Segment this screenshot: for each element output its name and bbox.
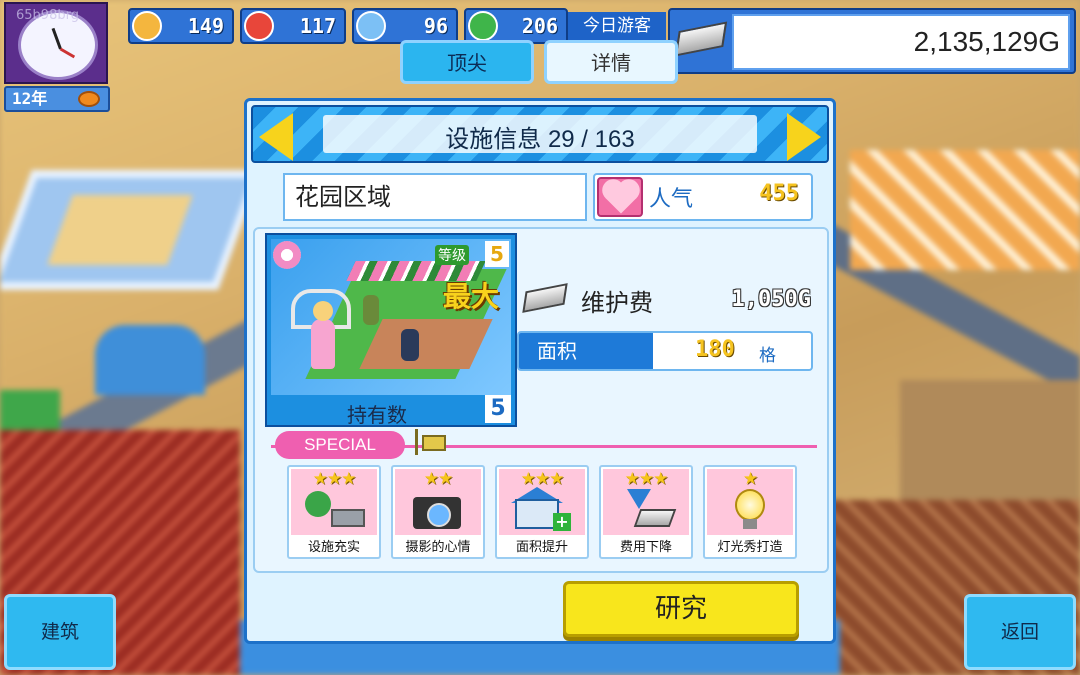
level-label: 等级: [435, 245, 469, 265]
area-value: 180: [695, 337, 735, 362]
star-rating: ★★★: [520, 469, 565, 489]
money-display: 2,135,129G: [668, 8, 1076, 74]
stat-value: 206: [521, 14, 558, 38]
clock-widget: 65b98brg: [4, 2, 108, 84]
panel-title: 设施信息 29 / 163: [445, 126, 635, 153]
area-row: 面积 180 格: [517, 331, 813, 371]
area-label: 面积: [519, 333, 653, 369]
tab-detail[interactable]: 详情: [544, 40, 678, 84]
happy-face-icon: [132, 11, 162, 41]
stat-water: 96: [352, 8, 458, 44]
star-rating: ★: [742, 469, 758, 489]
light-bulb-icon: [735, 489, 765, 521]
facility-info-panel: 设施信息 29 / 163 花园区域 人气 455 等级 5 最大 持有数 5 …: [244, 98, 836, 644]
level-value: 5: [485, 241, 509, 267]
facility-details: 等级 5 最大 持有数 5 维护费 1,050G 面积 180 格 SPECIA…: [253, 227, 829, 573]
skill-label: 灯光秀打造: [717, 540, 783, 555]
silver-bar-icon: [522, 283, 568, 313]
tab-top[interactable]: 顶尖: [400, 40, 534, 84]
skill-label: 设施充实: [307, 540, 360, 555]
watermark-text: 65b98brg: [16, 8, 79, 23]
facility-name: 花园区域: [283, 173, 587, 221]
area-unit: 格: [759, 346, 776, 366]
flower-icon: [273, 241, 301, 269]
stat-value: 117: [299, 14, 336, 38]
tree-bench-icon: [305, 491, 331, 517]
special-tag: SPECIAL: [275, 431, 405, 459]
star-rating: ★★★: [312, 469, 357, 489]
skill-photo-mood[interactable]: ★★ 摄影的心情: [391, 465, 485, 559]
panel-header: 设施信息 29 / 163: [251, 105, 829, 163]
water-drop-icon: [356, 11, 386, 41]
skill-light-show[interactable]: ★ 灯光秀打造: [703, 465, 797, 559]
year-label: 12年: [12, 89, 48, 108]
star-rating: ★★: [423, 469, 453, 489]
facility-card: 等级 5 最大 持有数 5: [265, 233, 517, 427]
flag-icon: [415, 429, 446, 455]
skill-label: 摄影的心情: [405, 540, 471, 555]
today-visitors-label: 今日游客: [568, 12, 666, 40]
owned-count-value: 5: [485, 395, 511, 423]
stat-clover: 206: [464, 8, 568, 44]
skill-facility-enrich[interactable]: ★★★ 设施充实: [287, 465, 381, 559]
year-indicator: 12年: [4, 86, 110, 112]
special-skills: ★★★ 设施充实 ★★ 摄影的心情 ★★★ + 面积提升 ★★★ 费用下降 ★ …: [287, 465, 807, 561]
build-button[interactable]: 建筑: [4, 594, 116, 670]
owned-count-label: 持有数: [347, 403, 407, 427]
stat-value: 96: [423, 14, 448, 38]
skill-cost-down[interactable]: ★★★ 费用下降: [599, 465, 693, 559]
camera-icon: [413, 497, 461, 529]
skill-label: 费用下降: [619, 540, 672, 555]
stat-happiness: 149: [128, 8, 234, 44]
cost-down-icon: [627, 489, 651, 509]
stat-fire: 117: [240, 8, 346, 44]
popularity-value: 455: [759, 181, 799, 206]
star-rating: ★★★: [624, 469, 669, 489]
maintenance-value: 1,050G: [731, 287, 811, 312]
clover-icon: [468, 11, 498, 41]
next-arrow-icon[interactable]: [787, 113, 821, 161]
fire-spirit-icon: [244, 11, 274, 41]
stat-value: 149: [187, 14, 224, 38]
research-button[interactable]: 研究: [563, 581, 799, 637]
popularity-label: 人气: [649, 187, 694, 212]
back-button[interactable]: 返回: [964, 594, 1076, 670]
skill-label: 面积提升: [515, 540, 568, 555]
garden-facility-image: 等级 5 最大: [271, 239, 511, 395]
silver-bar-icon: [674, 21, 728, 57]
pumpkin-icon: [78, 91, 100, 107]
maintenance-label: 维护费: [581, 289, 653, 317]
max-level-badge: 最大: [443, 280, 500, 313]
money-value: 2,135,129G: [913, 26, 1060, 57]
popularity-box: 人气 455: [593, 173, 813, 221]
heart-icon: [605, 182, 637, 214]
skill-area-up[interactable]: ★★★ + 面积提升: [495, 465, 589, 559]
